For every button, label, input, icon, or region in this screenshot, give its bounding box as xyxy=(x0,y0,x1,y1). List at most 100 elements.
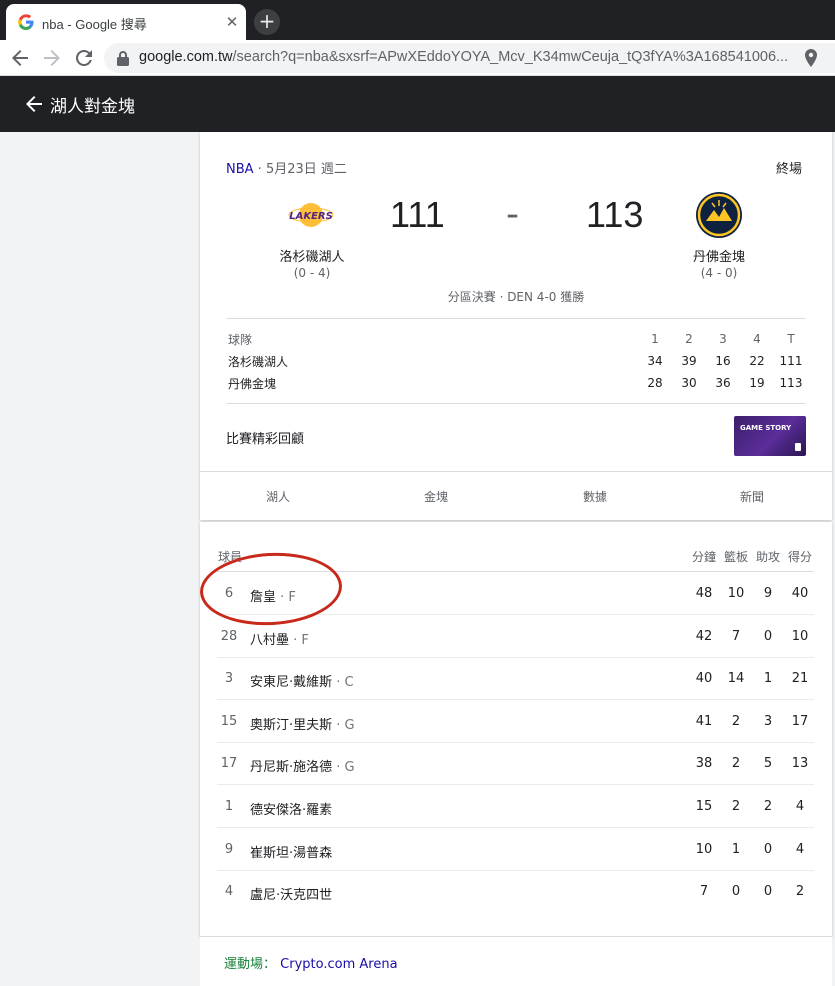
header-rebounds: 籃板 xyxy=(723,550,748,564)
player-row[interactable]: 9 崔斯坦·湯普森 10 1 0 4 xyxy=(217,828,814,871)
player-name[interactable]: 德安傑洛·羅素 xyxy=(250,803,332,818)
player-name[interactable]: 八村壘 xyxy=(250,633,289,648)
header-minutes: 分鐘 xyxy=(691,550,716,564)
player-stat-min: 7 xyxy=(699,884,709,900)
home-team-name[interactable]: 洛杉磯湖人 xyxy=(252,246,372,265)
new-tab-button[interactable]: + xyxy=(254,9,280,35)
player-stat-min: 40 xyxy=(695,671,713,687)
team-tabs: 湖人 金塊 數據 新聞 xyxy=(200,471,832,520)
tab-stats[interactable]: 數據 xyxy=(545,488,645,505)
linescore-team: 洛杉磯湖人 xyxy=(228,354,289,369)
linescore-row: 丹佛金塊 28 30 36 19 113 xyxy=(228,372,808,394)
header-points: 得分 xyxy=(787,550,812,564)
tab-news[interactable]: 新聞 xyxy=(702,488,802,505)
venue-info: 運動場： Crypto.com Arena xyxy=(224,953,398,972)
away-team-record: (4 - 0) xyxy=(700,266,738,280)
highlights-label[interactable]: 比賽精彩回顧 xyxy=(226,428,304,447)
reload-icon[interactable] xyxy=(72,46,96,70)
venue-label: 運動場： xyxy=(224,957,277,972)
linescore-header-row: 球隊 1 2 3 4 T xyxy=(228,328,808,350)
header-assists: 助攻 xyxy=(755,550,780,564)
player-stat-reb: 0 xyxy=(731,884,741,900)
lakers-logo-text: LAKERS xyxy=(289,211,333,222)
tab-title: nba - Google 搜尋 xyxy=(42,17,147,32)
player-stat-ast: 9 xyxy=(763,586,773,601)
player-stat-reb: 10 xyxy=(727,586,745,601)
browser-tab[interactable]: nba - Google 搜尋 ✕ xyxy=(6,4,246,40)
video-icon xyxy=(795,443,801,451)
player-stat-pts: 40 xyxy=(791,586,809,601)
player-stat-pts: 2 xyxy=(795,884,805,900)
tab-lakers[interactable]: 湖人 xyxy=(228,488,328,505)
close-icon[interactable]: ✕ xyxy=(222,12,242,32)
game-status: 終場 xyxy=(775,162,802,177)
linescore-cell: 34 xyxy=(647,354,663,368)
player-stat-min: 15 xyxy=(695,799,713,814)
back-arrow-icon[interactable] xyxy=(22,92,46,116)
player-name-cell: 崔斯坦·湯普森 xyxy=(250,842,332,861)
player-stat-reb: 1 xyxy=(731,841,741,857)
player-stat-ast: 2 xyxy=(763,799,773,814)
player-stat-min: 10 xyxy=(695,841,713,857)
player-number: 4 xyxy=(224,884,234,900)
player-name[interactable]: 丹尼斯·施洛德 xyxy=(250,760,332,775)
page-header: 湖人對金塊 xyxy=(0,76,835,132)
player-stat-pts: 13 xyxy=(791,756,809,772)
player-name[interactable]: 崔斯坦·湯普森 xyxy=(250,846,332,861)
page-title: 湖人對金塊 xyxy=(50,97,135,117)
player-stat-min: 42 xyxy=(695,628,713,644)
back-arrow-icon[interactable] xyxy=(8,46,32,70)
divider xyxy=(226,318,806,319)
linescore-total: 113 xyxy=(779,376,803,390)
forward-arrow-icon[interactable] xyxy=(40,46,64,70)
linescore-header-q3: 3 xyxy=(719,332,727,346)
linescore-cell: 19 xyxy=(749,376,765,390)
player-name[interactable]: 奧斯汀·里夫斯 xyxy=(250,718,332,733)
linescore-header-total: T xyxy=(787,332,795,346)
browser-toolbar: google.com.tw/search?q=nba&sxsrf=APwXEdd… xyxy=(0,40,835,76)
player-number: 28 xyxy=(220,628,238,644)
series-summary: 分區決賽 · DEN 4-0 獲勝 xyxy=(447,290,585,304)
lakers-logo-icon[interactable]: LAKERS xyxy=(286,190,336,240)
linescore-cell: 39 xyxy=(681,354,697,368)
player-stat-min: 38 xyxy=(695,756,713,772)
highlights-video-thumbnail[interactable]: GAME STORY xyxy=(734,416,806,456)
player-row[interactable]: 28 八村壘 · F 42 7 0 10 xyxy=(217,615,814,658)
player-number: 1 xyxy=(224,799,234,814)
game-meta: NBA · 5月23日 週二 xyxy=(226,158,347,177)
player-stat-pts: 17 xyxy=(791,713,809,729)
player-position: · G xyxy=(332,760,355,776)
linescore-cell: 36 xyxy=(715,376,731,390)
home-team-record: (0 - 4) xyxy=(293,266,331,280)
player-number: 17 xyxy=(220,756,238,772)
away-score: 113 xyxy=(586,194,644,235)
player-row[interactable]: 4 盧尼·沃克四世 7 0 0 2 xyxy=(217,870,814,913)
linescore-total: 111 xyxy=(779,354,803,368)
player-stat-reb: 2 xyxy=(731,756,741,772)
venue-link[interactable]: Crypto.com Arena xyxy=(280,957,397,972)
player-stat-ast: 1 xyxy=(763,671,773,687)
game-date: · 5月23日 週二 xyxy=(253,162,347,177)
nuggets-logo-icon[interactable] xyxy=(694,190,744,240)
player-stat-ast: 0 xyxy=(763,628,773,644)
url-path: /search?q=nba&sxsrf=APwXEddoYOYA_Mcv_K34… xyxy=(232,49,789,65)
tab-nuggets[interactable]: 金塊 xyxy=(386,488,486,505)
player-stat-reb: 14 xyxy=(727,671,745,687)
player-row[interactable]: 1 德安傑洛·羅素 15 2 2 4 xyxy=(217,785,814,828)
player-name-cell: 八村壘 · F xyxy=(250,629,309,648)
player-stat-pts: 4 xyxy=(795,799,805,814)
player-name[interactable]: 安東尼·戴維斯 xyxy=(250,675,332,690)
divider xyxy=(226,403,806,404)
player-row[interactable]: 3 安東尼·戴維斯 · C 40 14 1 21 xyxy=(217,657,814,701)
player-position: · G xyxy=(332,717,355,733)
linescore-cell: 16 xyxy=(715,354,731,368)
away-team-name[interactable]: 丹佛金塊 xyxy=(659,246,779,265)
player-stat-min: 48 xyxy=(695,586,713,601)
player-row[interactable]: 15 奧斯汀·里夫斯 · G 41 2 3 17 xyxy=(217,700,814,743)
player-row[interactable]: 17 丹尼斯·施洛德 · G 38 2 5 13 xyxy=(217,742,814,786)
address-bar[interactable]: google.com.tw/search?q=nba&sxsrf=APwXEdd… xyxy=(104,43,835,73)
league-link[interactable]: NBA xyxy=(226,162,254,177)
game-summary-card: NBA · 5月23日 週二 終場 LAKERS 111 - 113 洛杉磯湖人… xyxy=(200,132,832,520)
location-pin-icon[interactable] xyxy=(804,49,818,67)
player-name[interactable]: 盧尼·沃克四世 xyxy=(250,888,332,903)
